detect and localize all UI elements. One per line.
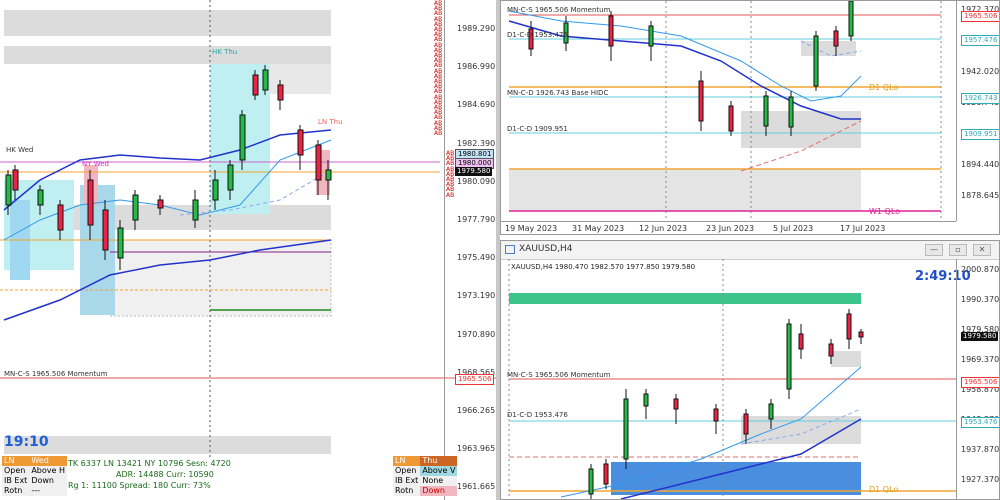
price-label: 1975.490 <box>457 253 496 263</box>
session-ny-wed: NY Wed <box>82 160 109 168</box>
ln-thu-row-label: IB Ext <box>395 476 419 485</box>
price-label: 1982.390 <box>457 138 496 148</box>
price-label: 1990.370 <box>961 295 1000 304</box>
maximize-button[interactable]: ▫ <box>949 244 967 256</box>
tr-price-scale[interactable]: 1972.3701957.8151942.0201926.7431909.951… <box>956 1 1000 221</box>
h4-canvas <box>508 259 956 499</box>
ln-wed-h2: Wed <box>29 456 67 466</box>
xauusd-h4-window[interactable]: XAUUSD,H4 — ▫ ✕ XAUUSD,H4 1980.470 1982.… <box>500 240 1000 500</box>
ln-wed-row-value: Above H <box>31 466 65 475</box>
ln-thu-h2: Thu <box>420 456 458 466</box>
ln-thu-row-value: Above V <box>420 466 458 476</box>
price-label: 1986.990 <box>457 62 496 72</box>
session-hk-thu: HK Thu <box>212 48 238 56</box>
ab-tag: AB <box>434 130 443 137</box>
tr-tag-1: 1965.506 <box>961 11 999 22</box>
h4-d1qlo-label: D1 QLo <box>869 485 899 494</box>
tr-d1cd-label: D1-C-D 1953.476 <box>507 31 568 39</box>
h4-tag-current: 1979.580 <box>961 332 999 341</box>
ln-wed-row-value: Down <box>31 476 54 485</box>
price-label: 1937.870 <box>961 445 1000 454</box>
price-label: 1961.665 <box>457 482 496 492</box>
tr-tag-4: 1909.951 <box>961 129 999 140</box>
h4-info-line: XAUUSD,H4 1980.470 1982.570 1977.850 197… <box>511 263 696 271</box>
ln-thu-h1: LN <box>393 456 421 466</box>
stats-row: TK 6337 LN 13421 NY 10796 Sesn: 4720 <box>68 459 231 468</box>
ab-tag: AB <box>446 191 455 199</box>
ln-thu-row-label: Rotn <box>395 486 414 495</box>
tr-w1qlo-label: W1 QLo <box>869 207 901 216</box>
price-label: 1878.645 <box>961 191 1000 200</box>
price-label: 1966.265 <box>457 406 496 415</box>
ln-wed-table: LN Wed Open Above H IB Ext Down Rotn --- <box>2 456 67 496</box>
price-label: 1969.370 <box>961 355 1000 364</box>
price-tag-current: 1979.580 <box>455 167 493 176</box>
h4-mn-label: MN-C-S 1965.506 Momentum <box>507 371 611 379</box>
h4-tag-1: 1965.506 <box>961 377 999 388</box>
window-titlebar[interactable]: XAUUSD,H4 — ▫ ✕ <box>501 241 999 260</box>
left-chart-canvas <box>0 0 496 500</box>
price-label: 1927.370 <box>961 475 1000 484</box>
date-label: 5 Jul 2023 <box>773 224 814 233</box>
tr-mn-label: MN-C-S 1965.506 Momentum <box>507 6 611 14</box>
ln-thu-row-label: Open <box>395 466 417 475</box>
price-label: 1970.890 <box>457 329 496 339</box>
ln-wed-row-label: IB Ext <box>4 476 28 485</box>
price-label: 1963.965 <box>457 444 496 454</box>
ln-wed-row-label: Open <box>4 466 26 475</box>
tr-d1qlo-label: D1 QLo <box>869 83 899 92</box>
price-label: 1977.790 <box>457 215 496 224</box>
session-ln-thu: LN Thu <box>318 118 343 126</box>
price-label: 1942.020 <box>961 67 1000 76</box>
ln-wed-h1: LN <box>2 456 30 466</box>
clock-display: 19:10 <box>4 434 49 450</box>
price-label: 1973.190 <box>457 291 496 301</box>
ln-thu-row-value: None <box>422 476 444 485</box>
left-chart[interactable]: HK Thu NY Wed HK Wed LN Thu MN-C-S 1965.… <box>0 0 496 500</box>
top-right-chart[interactable]: MN-C-S 1965.506 Momentum D1-C-D 1953.476… <box>500 0 1000 235</box>
chart-icon <box>505 245 515 254</box>
tr-date-axis: 19 May 2023 31 May 2023 12 Jun 2023 23 Jun … <box>501 221 956 234</box>
left-price-scale[interactable]: 1989.290 1986.990 1984.690 1982.390 1980.090… <box>444 0 496 500</box>
momentum-label: MN-C-S 1965.506 Momentum <box>4 370 108 378</box>
stats-panel: TK 6337 LN 13421 NY 10796 Sesn: 4720 ADR… <box>68 458 388 500</box>
price-tag-momentum: 1965.506 <box>455 374 495 385</box>
date-label: 12 Jun 2023 <box>639 224 688 233</box>
window-title: XAUUSD,H4 <box>519 244 573 254</box>
session-hk-wed: HK Wed <box>6 146 34 154</box>
ln-thu-row-value: Down <box>420 486 458 496</box>
date-label: 17 Jul 2023 <box>840 224 886 233</box>
minimize-button[interactable]: — <box>925 244 943 256</box>
ln-wed-row-value: --- <box>31 486 40 495</box>
ln-wed-row-label: Rotn <box>4 486 23 495</box>
h4-tag-2: 1953.476 <box>961 417 999 428</box>
tr-tag-2: 1957.476 <box>961 35 999 46</box>
tr-base-label: MN-C-D 1926.743 Base HIDC <box>507 89 609 97</box>
price-label: 2000.870 <box>961 265 1000 274</box>
price-label: 1984.690 <box>457 100 496 110</box>
stats-row: Rg 1: 11100 Spread: 180 Curr: 73% <box>68 481 211 490</box>
ln-thu-table: LN Thu Open Above V IB Ext None Rotn Down <box>393 456 458 496</box>
date-label: 19 May 2023 <box>505 224 558 233</box>
stats-row: ADR: 14488 Curr: 10590 <box>116 470 214 479</box>
tr-tag-3: 1926.743 <box>961 93 999 104</box>
tr-d1cd2-label: D1-C-D 1909.951 <box>507 125 568 133</box>
top-right-canvas <box>508 1 942 221</box>
h4-d1cd-label: D1-C-D 1953.476 <box>507 411 568 419</box>
price-label: 1980.090 <box>457 176 496 186</box>
date-label: 31 May 2023 <box>572 224 625 233</box>
price-label: 1894.440 <box>961 160 1000 169</box>
close-button[interactable]: ✕ <box>973 244 991 256</box>
price-label: 1989.290 <box>457 24 496 33</box>
date-label: 23 Jun 2023 <box>706 224 755 233</box>
